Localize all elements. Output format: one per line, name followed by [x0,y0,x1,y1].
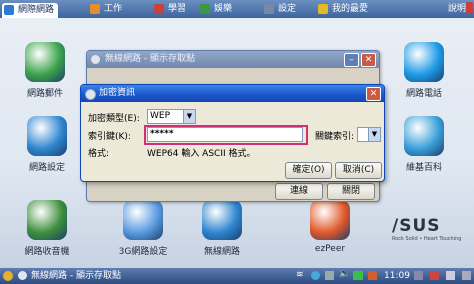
desktop-app-label: 維基百科 [405,163,442,173]
network-globe-icon [27,116,67,156]
taskbar: 無線網路 - 顯示存取點 ≋ 🔈 11:09 [0,268,474,284]
power-icon[interactable] [430,271,439,280]
desktop-app-label: 無線網路 [203,247,240,257]
tab-icon [154,4,164,14]
desktop-app-6[interactable]: 網路電話 [392,42,456,99]
tab-4[interactable]: 設定 [262,2,300,16]
keyboard-icon[interactable] [325,271,334,280]
desktop-app-label: ezPeer [314,244,346,254]
tab-icon [318,4,328,14]
3g-globe-icon [123,200,163,240]
tab-icon [264,4,274,14]
window-app-icon [91,55,100,64]
tab-icon [200,4,210,14]
tray-icon[interactable] [368,271,377,280]
encryption-type-label: 加密類型(E): [88,114,140,124]
desktop-icon[interactable] [462,271,471,280]
skype-tray-icon[interactable] [311,271,320,280]
desktop-app-4[interactable]: 無線網路 [190,200,254,257]
desktop-app-0[interactable]: 網路郵件 [13,42,77,99]
taskbar-window-item[interactable]: 無線網路 - 顯示存取點 [31,269,121,283]
dialog-title: 加密資訊 [99,88,136,98]
desktop-app-3[interactable]: 3G網路設定 [111,200,175,257]
desktop-app-5[interactable]: ezPeer [298,200,362,254]
tab-2[interactable]: 學習 [152,2,190,16]
encryption-type-select[interactable]: WEP [147,109,185,124]
mail-icon [25,42,65,82]
tab-label: 工作 [104,4,123,14]
desktop-app-label: 網路郵件 [26,89,63,99]
asus-logo: /SUS Rock Solid • Heart Touching [392,216,462,242]
key-index-label: 關鍵索引: [315,132,355,142]
desktop-app-7[interactable]: 維基百科 [392,116,456,173]
window-title: 無線網路 - 顯示存取點 [105,54,195,64]
desktop-app-label: 網路電話 [405,89,442,99]
tab-label: 設定 [278,4,297,14]
minimize-icon[interactable]: – [344,53,359,67]
desktop-app-label: 3G網路設定 [118,247,168,257]
category-tab-bar: 網際網路 工作 學習 娛樂 設定 我的最愛 說明 [0,0,474,18]
ezpeer-icon [310,200,350,240]
radio-globe-icon [27,200,67,240]
desktop-app-label: 網路收音機 [24,247,70,257]
tab-label: 我的最愛 [332,4,369,14]
clock: 11:09 [384,271,410,281]
settings-tray-icon[interactable] [414,271,423,280]
close-icon[interactable]: ✕ [361,53,376,67]
wifi-icon[interactable]: ≋ [296,270,304,280]
chevron-down-icon[interactable]: ▼ [183,109,196,124]
format-label: 格式: [88,149,110,159]
help-icon[interactable] [466,2,473,14]
home-icon[interactable] [3,271,13,281]
tab-label: 娛樂 [214,4,233,14]
tab-label: 學習 [168,4,187,14]
connect-button[interactable]: 連線 [275,183,323,200]
tab-3[interactable]: 娛樂 [198,2,236,16]
tab-0[interactable]: 網際網路 [2,3,59,18]
window-titlebar[interactable]: 無線網路 - 顯示存取點 – ✕ [87,51,379,68]
close-icon[interactable]: ✕ [366,87,381,101]
ok-button[interactable]: 確定(O) [285,162,332,179]
book-icon [404,116,444,156]
desktop-app-label: 網路設定 [28,163,65,173]
tab-label: 網際網路 [18,5,55,15]
format-value: WEP64 輸入 ASCII 格式。 [147,149,256,159]
close-button[interactable]: 關閉 [327,183,375,200]
tab-5[interactable]: 我的最愛 [316,2,372,16]
help-link[interactable]: 說明 [448,2,466,16]
skype-icon [404,42,444,82]
dialog-app-icon [85,89,96,100]
key-input[interactable]: ***** [147,127,303,142]
volume-icon[interactable]: 🔈 [339,269,350,279]
cancel-button[interactable]: 取消(C) [335,162,382,179]
windows-icon[interactable] [446,271,455,280]
battery-icon[interactable] [353,271,363,280]
wireless-globe-icon [202,200,242,240]
chevron-down-icon[interactable]: ▼ [368,127,381,142]
tab-icon [4,5,14,15]
dialog-titlebar[interactable]: 加密資訊 ✕ [81,85,384,102]
tab-1[interactable]: 工作 [88,2,126,16]
tab-icon [90,4,100,14]
window-app-icon [18,271,27,280]
desktop-app-1[interactable]: 網路設定 [15,116,79,173]
encryption-info-dialog: 加密資訊 ✕ 加密類型(E): WEP ▼ 索引鍵(K): ***** 關鍵索引… [80,84,385,182]
key-label: 索引鍵(K): [88,132,131,142]
desktop-app-2[interactable]: 網路收音機 [15,200,79,257]
